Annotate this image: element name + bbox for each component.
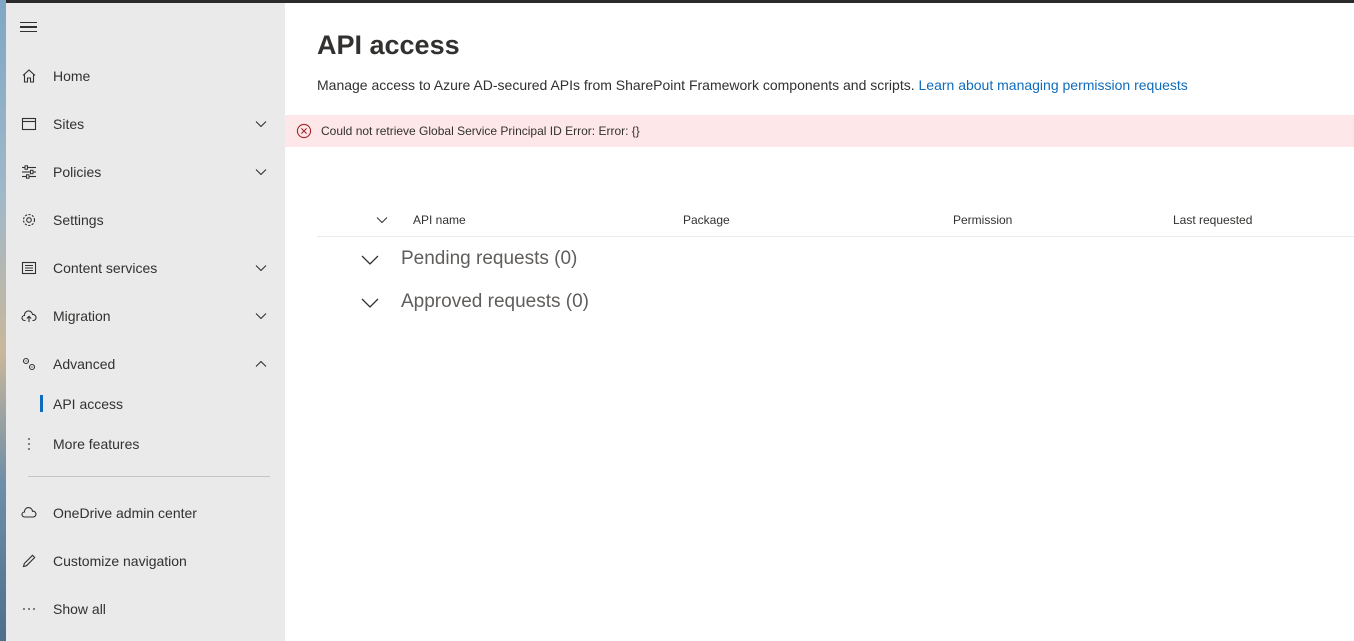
page-title: API access <box>317 30 460 60</box>
content-services-icon <box>20 259 38 277</box>
sidebar-item-label: Policies <box>53 164 102 180</box>
column-header-permission[interactable]: Permission <box>953 213 1012 227</box>
group-label: Pending requests (0) <box>401 248 578 269</box>
column-header-last-requested[interactable]: Last requested <box>1173 213 1252 227</box>
sidebar-item-migration[interactable]: Migration <box>6 296 285 336</box>
group-label: Approved requests (0) <box>401 291 589 312</box>
sidebar-item-home[interactable]: Home <box>6 56 285 96</box>
sidebar-subitem-more-features[interactable]: More features <box>6 428 285 460</box>
sidebar-item-label: Advanced <box>53 356 116 372</box>
pencil-icon <box>20 552 38 570</box>
sites-icon <box>20 115 38 133</box>
chevron-down-icon[interactable] <box>360 295 380 311</box>
sidebar-item-settings[interactable]: Settings <box>6 200 285 240</box>
sidebar-subitem-api-access[interactable]: API access <box>6 388 285 420</box>
sidebar-item-label: Customize navigation <box>53 553 187 569</box>
sidebar-item-label: Settings <box>53 212 104 228</box>
sidebar-item-label: Show all <box>53 601 106 617</box>
column-header-package[interactable]: Package <box>683 213 730 227</box>
description-text: Manage access to Azure AD-secured APIs f… <box>317 77 915 93</box>
cloud-upload-icon <box>20 307 38 325</box>
error-circle-icon <box>296 123 312 139</box>
active-indicator <box>40 395 43 412</box>
sidebar-item-onedrive-admin-center[interactable]: OneDrive admin center <box>6 493 285 533</box>
error-message-bar: Could not retrieve Global Service Princi… <box>285 115 1354 147</box>
home-icon <box>20 67 38 85</box>
gear-icon <box>20 211 38 229</box>
sidebar-item-label: More features <box>53 436 140 452</box>
list-header: API name Package Permission Last request… <box>317 203 1354 237</box>
chevron-down-icon[interactable] <box>254 117 268 131</box>
group-pending-requests[interactable]: Pending requests (0) <box>317 242 917 278</box>
main-content: API access Manage access to Azure AD-sec… <box>285 3 1354 641</box>
sidebar-item-label: OneDrive admin center <box>53 505 197 521</box>
sidebar-item-label: Content services <box>53 260 158 276</box>
sidebar-item-customize-navigation[interactable]: Customize navigation <box>6 541 285 581</box>
sidebar-item-label: Sites <box>53 116 85 132</box>
learn-more-link[interactable]: Learn about managing permission requests <box>919 77 1188 93</box>
chevron-down-icon[interactable] <box>254 309 268 323</box>
chevron-down-icon[interactable] <box>360 252 380 268</box>
collapse-all-chevron-icon[interactable] <box>375 213 389 227</box>
chevron-down-icon[interactable] <box>254 261 268 275</box>
sidebar-nav: Home Sites Policies Settings Content ser… <box>6 3 285 641</box>
more-horizontal-icon <box>20 600 38 618</box>
sidebar-item-sites[interactable]: Sites <box>6 104 285 144</box>
chevron-down-icon[interactable] <box>254 165 268 179</box>
sidebar-item-label: API access <box>53 396 124 412</box>
sliders-icon <box>20 163 38 181</box>
sidebar-item-label: Home <box>53 68 91 84</box>
column-header-api-name[interactable]: API name <box>413 213 466 227</box>
sidebar-item-show-all[interactable]: Show all <box>6 589 285 629</box>
page-description: Manage access to Azure AD-secured APIs f… <box>317 77 1188 93</box>
group-approved-requests[interactable]: Approved requests (0) <box>317 285 917 321</box>
sidebar-divider <box>28 476 270 477</box>
sidebar-item-advanced[interactable]: Advanced <box>6 344 285 384</box>
more-vertical-icon <box>20 435 38 453</box>
chevron-up-icon[interactable] <box>254 357 268 371</box>
advanced-settings-icon <box>20 355 38 373</box>
error-message-text: Could not retrieve Global Service Princi… <box>321 124 640 138</box>
sidebar-item-label: Migration <box>53 308 111 324</box>
onedrive-cloud-icon <box>20 504 38 522</box>
sidebar-item-policies[interactable]: Policies <box>6 152 285 192</box>
hamburger-menu-icon[interactable] <box>20 17 40 37</box>
sidebar-item-content-services[interactable]: Content services <box>6 248 285 288</box>
